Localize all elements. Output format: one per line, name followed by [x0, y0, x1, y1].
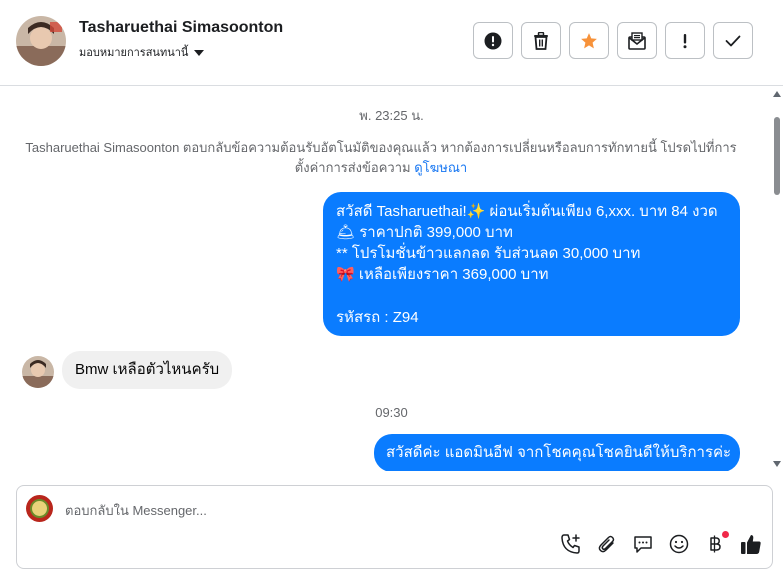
paperclip-icon[interactable]	[595, 532, 619, 556]
star-button[interactable]	[569, 22, 609, 59]
scrollbar[interactable]	[771, 87, 783, 471]
delete-button[interactable]	[521, 22, 561, 59]
messenger-inbox-thread: Tasharuethai Simasoonton มอบหมายการสนทนา…	[0, 0, 783, 575]
message-list[interactable]: พ. 23:25 น. Tasharuethai Simasoonton ตอบ…	[0, 87, 783, 471]
message-line	[336, 285, 740, 306]
message-line: 🎀 เหลือเพียงราคา 369,000 บาท	[336, 266, 549, 283]
notification-dot	[722, 531, 729, 538]
message-line: รหัสรถ : Z94	[336, 309, 419, 326]
contact-avatar[interactable]	[16, 16, 66, 66]
system-note-text: Tasharuethai Simasoonton ตอบกลับข้อความต…	[25, 140, 737, 175]
thread-header: Tasharuethai Simasoonton มอบหมายการสนทนา…	[0, 0, 783, 86]
baht-icon[interactable]	[703, 531, 729, 556]
follow-up-button[interactable]	[665, 22, 705, 59]
scroll-up-arrow-icon[interactable]	[773, 91, 781, 97]
reply-input[interactable]	[65, 499, 715, 521]
exclamation-icon	[683, 33, 687, 48]
timestamp: พ. 23:25 น.	[359, 108, 424, 123]
system-note: Tasharuethai Simasoonton ตอบกลับข้อความต…	[20, 138, 742, 178]
scrollbar-thumb[interactable]	[774, 117, 780, 195]
envelope-icon	[628, 31, 646, 50]
mark-done-button[interactable]	[713, 22, 753, 59]
chevron-down-icon	[194, 49, 205, 56]
view-ad-link[interactable]: ดูโฆษณา	[414, 160, 467, 175]
check-icon	[725, 35, 741, 46]
contact-name[interactable]: Tasharuethai Simasoonton	[79, 19, 283, 37]
timestamp: 09:30	[375, 405, 408, 420]
phone-add-icon[interactable]	[559, 532, 583, 556]
emoji-icon[interactable]	[667, 532, 691, 556]
outgoing-message-bubble[interactable]: สวัสดีค่ะ แอดมินอีฟ จากโชคคุณโชคยินดีให้…	[374, 434, 740, 471]
message-line: ** โปรโมชั่นข้าวแลกลด รับส่วนลด 30,000 บ…	[336, 245, 641, 262]
scroll-down-arrow-icon[interactable]	[773, 461, 781, 467]
trash-icon	[534, 31, 548, 50]
mark-unread-button[interactable]	[617, 22, 657, 59]
thumbs-up-icon[interactable]	[739, 532, 763, 556]
contact-avatar-small[interactable]	[22, 356, 54, 388]
star-icon	[581, 32, 597, 48]
message-line: สวัสดี Tasharuethai!✨ ผ่อนเริ่มต้นเพียง …	[336, 203, 718, 220]
assign-conversation-dropdown[interactable]: มอบหมายการสนทนานี้	[79, 43, 205, 61]
alert-circle-icon	[484, 32, 502, 49]
message-composer	[16, 485, 773, 569]
assign-label: มอบหมายการสนทนานี้	[79, 47, 189, 59]
incoming-message-bubble[interactable]: Bmw เหลือตัวไหนครับ	[62, 351, 233, 389]
chat-bubble-icon[interactable]	[631, 532, 655, 556]
page-avatar	[26, 495, 53, 522]
report-button[interactable]	[473, 22, 513, 59]
message-line: 🛎 ราคาปกติ 399,000 บาท	[336, 224, 513, 241]
outgoing-message-bubble[interactable]: สวัสดี Tasharuethai!✨ ผ่อนเริ่มต้นเพียง …	[323, 192, 740, 336]
